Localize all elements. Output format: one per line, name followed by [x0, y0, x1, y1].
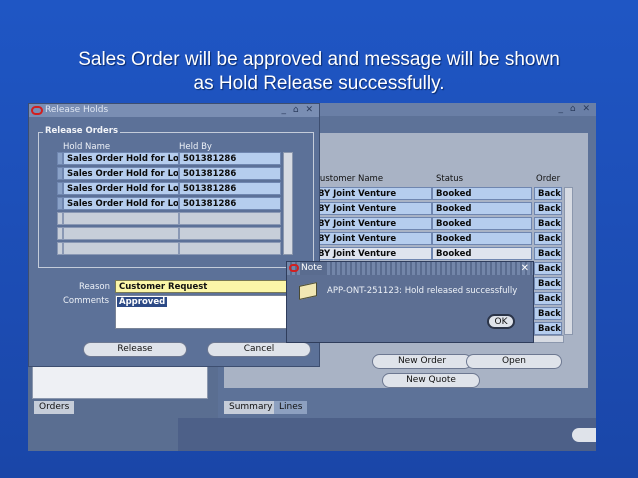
customer-cell[interactable]: BY Joint Venture: [314, 247, 432, 260]
slide-title: Sales Order will be approved and message…: [30, 48, 608, 96]
held-by-cell[interactable]: 501381286: [179, 152, 281, 165]
comments-field[interactable]: Approved: [115, 295, 287, 329]
release-orders-label: Release Orders: [43, 126, 121, 136]
status-cell[interactable]: Booked: [432, 217, 532, 230]
empty-cell[interactable]: [63, 242, 179, 255]
status-cell[interactable]: Booked: [432, 247, 532, 260]
note-title: Note: [301, 262, 327, 275]
order-cell[interactable]: Back: [534, 277, 562, 290]
comments-value: Approved: [117, 297, 168, 307]
window-controls-icon[interactable]: _ ⌂ ✕: [282, 104, 315, 117]
reason-label: Reason: [79, 282, 110, 292]
col-order: Order: [536, 174, 561, 184]
empty-cell[interactable]: [179, 242, 281, 255]
col-hold-name: Hold Name: [63, 142, 111, 152]
slide-title-line1: Sales Order will be approved and message…: [78, 49, 560, 70]
col-customer-name: Customer Name: [314, 174, 384, 184]
tab-lines[interactable]: Lines: [274, 401, 308, 414]
customer-cell[interactable]: BY Joint Venture: [314, 187, 432, 200]
close-icon[interactable]: ✕: [521, 262, 529, 275]
empty-cell[interactable]: [63, 212, 179, 225]
note-titlebar: Note ✕: [287, 262, 533, 275]
note-dialog: Note ✕ APP-ONT-251123: Hold released suc…: [286, 261, 534, 343]
customer-cell[interactable]: BY Joint Venture: [314, 232, 432, 245]
orders-vertical-scrollbar[interactable]: [564, 187, 573, 335]
oracle-icon: [289, 264, 299, 272]
hold-name-cell[interactable]: Sales Order Hold for Lo: [63, 167, 179, 180]
status-cell[interactable]: Booked: [432, 202, 532, 215]
empty-cell[interactable]: [179, 227, 281, 240]
order-cell[interactable]: Back: [534, 262, 562, 275]
customer-cell[interactable]: BY Joint Venture: [314, 217, 432, 230]
release-holds-window: Release Holds _ ⌂ ✕ Release Orders Hold …: [28, 103, 320, 367]
order-cell[interactable]: Back: [534, 247, 562, 260]
empty-cell[interactable]: [63, 227, 179, 240]
reason-field[interactable]: Customer Request: [115, 280, 287, 293]
held-by-cell[interactable]: 501381286: [179, 182, 281, 195]
tab-orders[interactable]: Orders: [34, 401, 75, 414]
order-cell[interactable]: Back: [534, 322, 562, 335]
status-cell[interactable]: Booked: [432, 232, 532, 245]
order-cell[interactable]: Back: [534, 187, 562, 200]
order-cell[interactable]: Back: [534, 232, 562, 245]
order-cell[interactable]: Back: [534, 292, 562, 305]
note-message: APP-ONT-251123: Hold released successful…: [327, 286, 518, 296]
open-button[interactable]: Open: [466, 354, 562, 369]
note-icon: [299, 282, 317, 300]
bottom-window-strip: [178, 418, 596, 451]
held-by-cell[interactable]: 501381286: [179, 167, 281, 180]
orders-left-panel: [32, 365, 208, 399]
release-holds-titlebar: Release Holds _ ⌂ ✕: [29, 104, 319, 117]
new-order-button[interactable]: New Order: [372, 354, 472, 369]
release-holds-title: Release Holds: [45, 105, 109, 115]
comments-label: Comments: [63, 296, 110, 306]
tab-summary[interactable]: Summary: [224, 401, 278, 414]
release-button[interactable]: Release: [83, 342, 187, 357]
cancel-button[interactable]: Cancel: [207, 342, 311, 357]
col-held-by: Held By: [179, 142, 212, 152]
hold-name-cell[interactable]: Sales Order Hold for Lo: [63, 182, 179, 195]
hold-name-cell[interactable]: Sales Order Hold for Lo: [63, 197, 179, 210]
bottom-button-fragment[interactable]: [572, 428, 596, 442]
ok-button[interactable]: OK: [487, 314, 515, 329]
hold-name-cell[interactable]: Sales Order Hold for Lo: [63, 152, 179, 165]
oracle-icon: [31, 106, 43, 115]
new-quote-button[interactable]: New Quote: [382, 373, 480, 388]
status-cell[interactable]: Booked: [432, 187, 532, 200]
order-cell[interactable]: Back: [534, 307, 562, 320]
customer-cell[interactable]: BY Joint Venture: [314, 202, 432, 215]
window-controls-icon[interactable]: _ ⌂ ✕: [559, 103, 592, 116]
holds-vertical-scrollbar[interactable]: [283, 152, 293, 255]
held-by-cell[interactable]: 501381286: [179, 197, 281, 210]
order-cell[interactable]: Back: [534, 202, 562, 215]
slide-title-line2: as Hold Release successfully.: [193, 73, 445, 94]
empty-cell[interactable]: [179, 212, 281, 225]
order-cell[interactable]: Back: [534, 217, 562, 230]
col-status: Status: [436, 174, 464, 184]
screenshot-desktop: _ ⌂ ✕ Customer Name Status Order BY Join…: [28, 103, 596, 451]
